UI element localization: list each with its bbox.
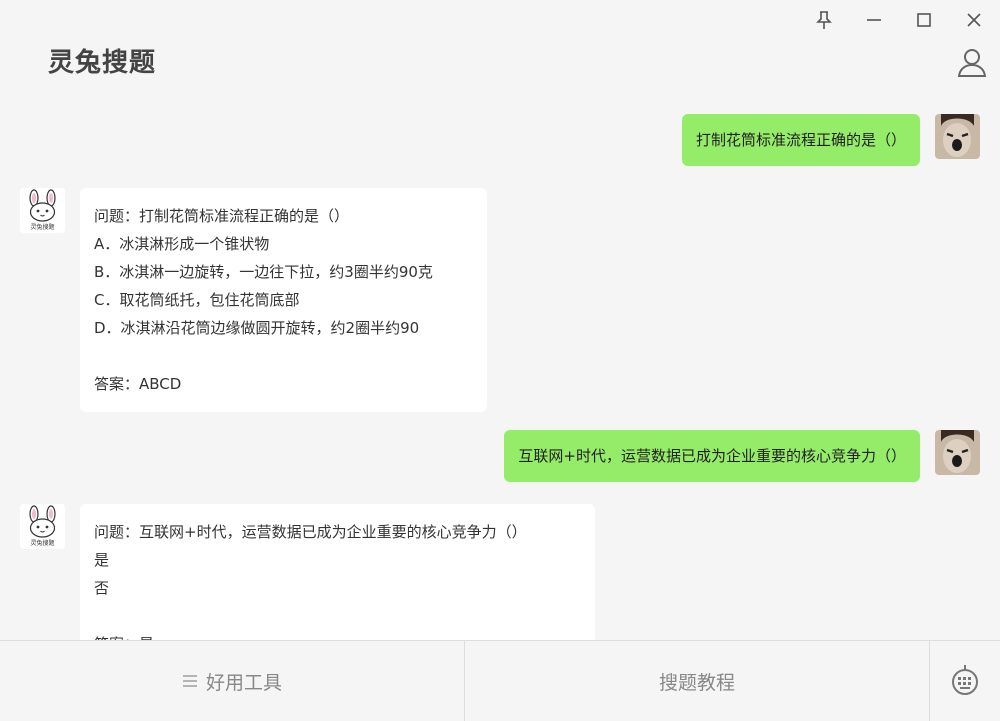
answer-line: B．冰淇淋一边旋转，一边往下拉，约3圈半约90克 xyxy=(94,263,433,281)
answer-line: D．冰淇淋沿花筒边缘做圆开旋转，约2圈半约90 xyxy=(94,319,420,337)
tools-label: 好用工具 xyxy=(205,671,282,694)
bot-avatar: 灵兔搜题 xyxy=(20,188,65,233)
user-message-bubble: 打制花筒标准流程正确的是（） xyxy=(681,114,920,166)
user-message-bubble: 互联网+时代，运营数据已成为企业重要的核心竞争力（） xyxy=(504,430,920,482)
menu-icon xyxy=(182,669,198,693)
answer-line xyxy=(94,342,473,370)
user-profile-icon[interactable] xyxy=(956,46,988,78)
pin-icon[interactable] xyxy=(808,6,840,34)
bot-answer-bubble: 问题：打制花筒标准流程正确的是（） A．冰淇淋形成一个锥状物 B．冰淇淋一边旋转… xyxy=(80,188,487,412)
chat-area[interactable]: 打制花筒标准流程正确的是（） 灵兔搜题 问题：打制花筒标准流程正确的是（） A．… xyxy=(0,100,1000,640)
answer-line: 问题：互联网+时代，运营数据已成为企业重要的核心竞争力（） xyxy=(94,523,527,541)
bot-avatar-label: 灵兔搜题 xyxy=(30,223,54,231)
window-controls xyxy=(808,6,990,34)
app-title: 灵兔搜题 xyxy=(48,48,157,78)
close-icon[interactable] xyxy=(958,6,990,34)
footer-bar: 好用工具 搜题教程 xyxy=(0,640,1000,721)
bot-avatar: 灵兔搜题 xyxy=(20,504,65,549)
bot-avatar-label: 灵兔搜题 xyxy=(30,539,54,547)
tools-button[interactable]: 好用工具 xyxy=(0,641,465,721)
answer-line: 答案：ABCD xyxy=(94,375,182,393)
user-avatar xyxy=(935,114,980,159)
keyboard-icon xyxy=(950,663,980,700)
tutorial-button[interactable]: 搜题教程 xyxy=(465,641,930,721)
user-avatar xyxy=(935,430,980,475)
answer-line: 是 xyxy=(94,551,110,569)
keyboard-toggle-button[interactable] xyxy=(930,641,1000,721)
answer-line: 否 xyxy=(94,579,110,597)
bot-answer-bubble: 问题：互联网+时代，运营数据已成为企业重要的核心竞争力（） 是 否 答案：是 xyxy=(80,504,595,640)
maximize-icon[interactable] xyxy=(908,6,940,34)
answer-line: 答案：是 xyxy=(94,630,581,640)
answer-line: C．取花筒纸托，包住花筒底部 xyxy=(94,291,300,309)
minimize-icon[interactable] xyxy=(858,6,890,34)
answer-line: 问题：打制花筒标准流程正确的是（） xyxy=(94,207,350,225)
answer-line: A．冰淇淋形成一个锥状物 xyxy=(94,235,270,253)
answer-line xyxy=(94,602,581,630)
tutorial-label: 搜题教程 xyxy=(658,671,735,694)
